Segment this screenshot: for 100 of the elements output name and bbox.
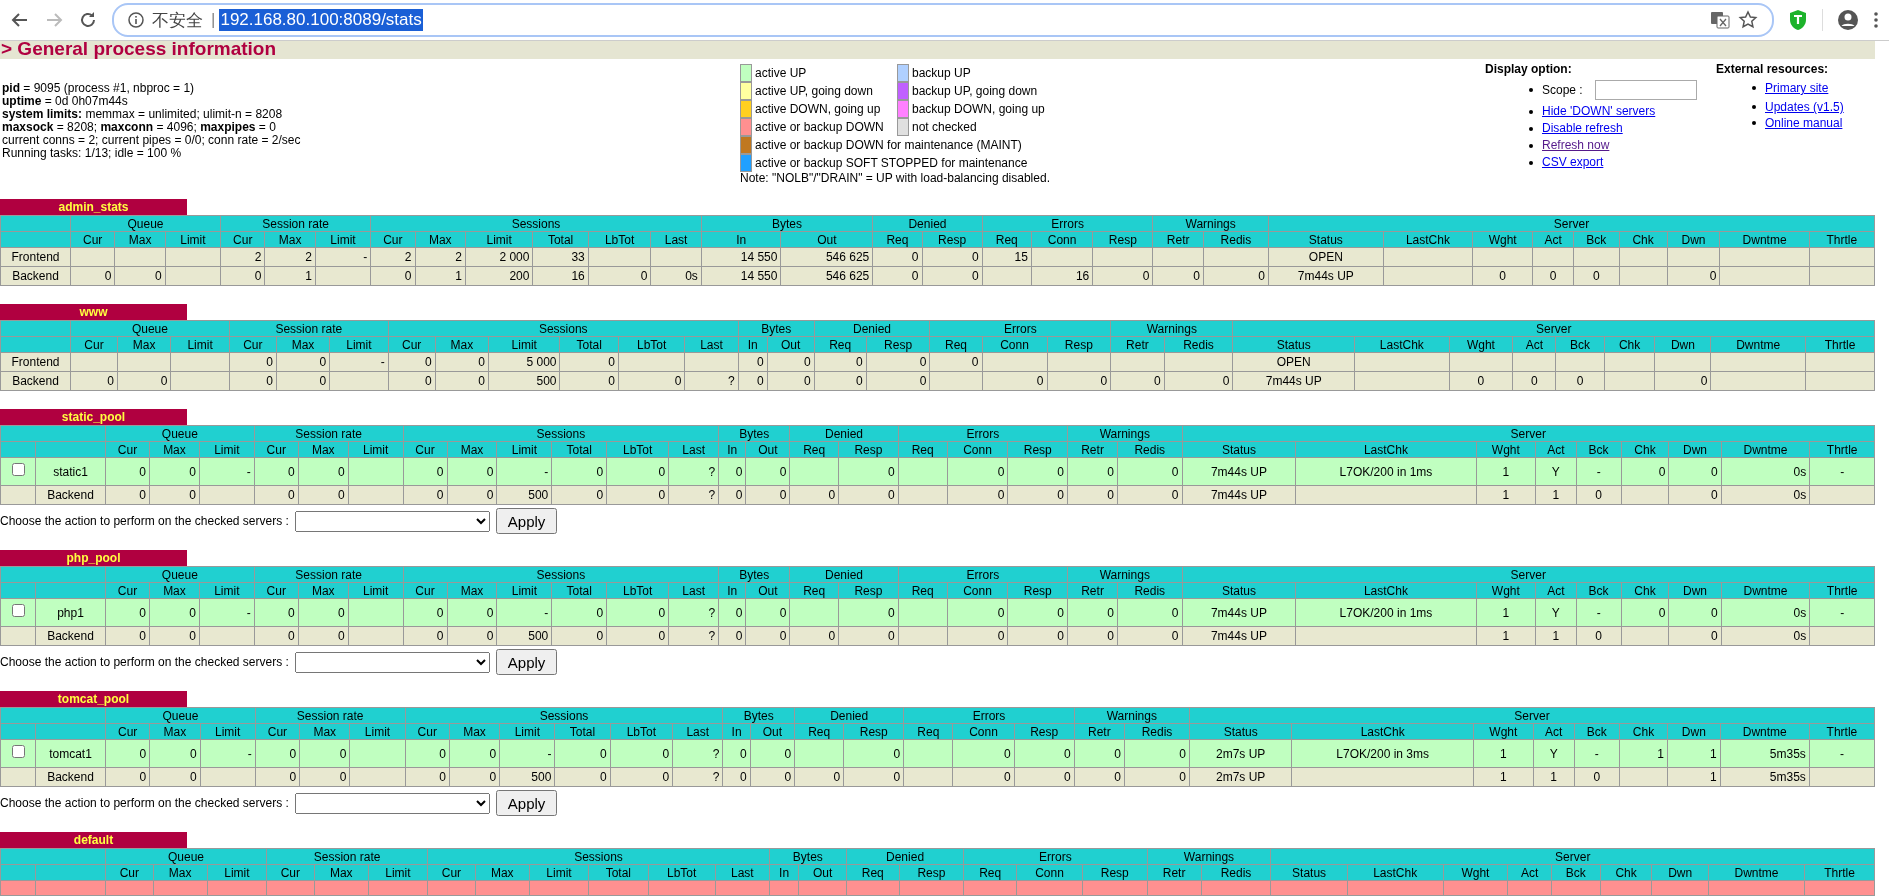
table-cell: Y: [1535, 457, 1577, 486]
link[interactable]: Primary site: [1765, 80, 1829, 96]
legend-label: backup UP: [912, 66, 971, 80]
table-cell: 0: [1014, 767, 1075, 787]
star-icon[interactable]: [1738, 10, 1758, 30]
scope-label: Scope :: [1542, 81, 1583, 99]
column-group-header: Server: [1268, 215, 1875, 232]
bullet-icon: [1752, 86, 1756, 90]
column-group-header: Denied: [794, 707, 904, 724]
table-cell: 0: [149, 739, 201, 768]
action-dropdown[interactable]: [294, 651, 490, 673]
table-cell: 0: [1164, 371, 1233, 391]
table-cell: 0: [606, 457, 669, 486]
table-cell: 0: [1573, 266, 1620, 286]
table-cell: 0: [718, 457, 746, 486]
table-cell: OPEN: [1268, 247, 1384, 267]
table-cell: 14 550: [701, 247, 781, 267]
translate-icon[interactable]: [1710, 10, 1730, 30]
table-cell: 5m35s: [1720, 739, 1810, 768]
row-checkbox[interactable]: [11, 604, 25, 617]
column-group-header: Server: [1270, 848, 1875, 865]
bullet-icon: [1529, 143, 1533, 148]
address-bar[interactable]: 不安全 | 192.168.80.100:8089/stats: [112, 3, 1774, 37]
table-cell: -: [1574, 739, 1620, 768]
table-cell: 1: [1535, 626, 1577, 646]
action-dropdown[interactable]: [294, 792, 490, 814]
url-text: 192.168.80.100:8089/stats: [219, 9, 423, 31]
table-cell: 2: [370, 247, 415, 267]
link[interactable]: Refresh now: [1542, 137, 1610, 154]
row-checkbox[interactable]: [11, 745, 25, 758]
table-cell: 0: [1092, 266, 1153, 286]
row-name: static1: [35, 457, 106, 486]
row-name: Backend: [0, 371, 71, 391]
link[interactable]: Updates (v1.5): [1765, 99, 1844, 115]
profile-icon[interactable]: [1837, 9, 1859, 31]
table-cell: 1: [1476, 626, 1536, 646]
column-group-header: Warnings: [1110, 320, 1233, 337]
table-cell: 0: [1621, 598, 1669, 627]
proxy-title: php_pool: [0, 550, 187, 566]
column-group-header: Warnings: [1152, 215, 1269, 232]
action-dropdown[interactable]: [294, 510, 490, 532]
link[interactable]: Online manual: [1765, 115, 1843, 131]
info-line: current conns = 2; current pipes = 0/0; conn rate = 2/sec: [2, 134, 302, 147]
apply-button[interactable]: Apply: [495, 790, 558, 816]
table-cell: 546 625: [780, 247, 873, 267]
table-cell: 0: [551, 457, 607, 486]
reload-icon[interactable]: [78, 10, 98, 30]
table-cell: 0: [105, 767, 150, 787]
column-group-header: Errors: [898, 566, 1068, 583]
legend-label: active or backup DOWN: [755, 120, 884, 134]
link[interactable]: Hide 'DOWN' servers: [1542, 103, 1656, 120]
table-cell: 0: [229, 371, 277, 391]
table-cell: -: [1809, 457, 1875, 486]
scope-field[interactable]: [1594, 80, 1697, 100]
table-cell: 0: [838, 598, 899, 627]
table-cell: 0: [403, 457, 447, 486]
table-cell: 0: [947, 485, 1008, 505]
table-cell: ?: [668, 598, 719, 627]
table-cell: 500: [497, 626, 552, 646]
column-group-header: Warnings: [1067, 425, 1182, 442]
legend-label: not checked: [912, 120, 977, 134]
table-cell: 0: [149, 598, 200, 627]
table-cell: 0: [872, 266, 922, 286]
table-cell: 0: [298, 626, 349, 646]
proxy-title: default: [0, 832, 187, 848]
legend-label: active UP, going down: [755, 84, 873, 98]
table-cell: 2m7s UP: [1189, 767, 1292, 787]
table-cell: 0: [449, 767, 500, 787]
link[interactable]: CSV export: [1542, 154, 1604, 171]
row-checkbox[interactable]: [11, 463, 25, 476]
table-cell: 5m35s: [1720, 767, 1810, 787]
table-cell: 0: [149, 767, 201, 787]
legend-label: active or backup DOWN for maintenance (MAINT): [755, 138, 1022, 152]
table-cell: 0: [405, 767, 450, 787]
table-cell: 0: [588, 266, 651, 286]
table-cell: ?: [668, 626, 719, 646]
table-cell: 546 625: [780, 266, 873, 286]
apply-button[interactable]: Apply: [495, 508, 558, 534]
column-group-header: Warnings: [1074, 707, 1190, 724]
table-cell: 0: [220, 266, 265, 286]
column-group-header: Denied: [846, 848, 964, 865]
table-cell: 0: [449, 739, 500, 768]
info-icon[interactable]: [128, 12, 144, 28]
table-cell: 0: [403, 598, 447, 627]
column-group-header: Sessions: [427, 848, 770, 865]
row-name: Frontend: [0, 352, 71, 372]
table-cell: 0: [105, 739, 150, 768]
table-cell: 0: [1007, 598, 1068, 627]
table-cell: 15: [982, 247, 1032, 267]
table-cell: 0: [738, 352, 768, 372]
table-cell: 0: [1203, 266, 1269, 286]
row-name: php1: [35, 598, 106, 627]
link[interactable]: Disable refresh: [1542, 120, 1623, 137]
proxy-title: tomcat_pool: [0, 691, 187, 707]
table-cell: 0: [838, 626, 899, 646]
shield-icon[interactable]: [1788, 9, 1808, 31]
table-cell: 0: [606, 598, 669, 627]
apply-button[interactable]: Apply: [495, 649, 558, 675]
table-cell: 0: [1110, 371, 1165, 391]
menu-icon[interactable]: [1873, 11, 1879, 29]
